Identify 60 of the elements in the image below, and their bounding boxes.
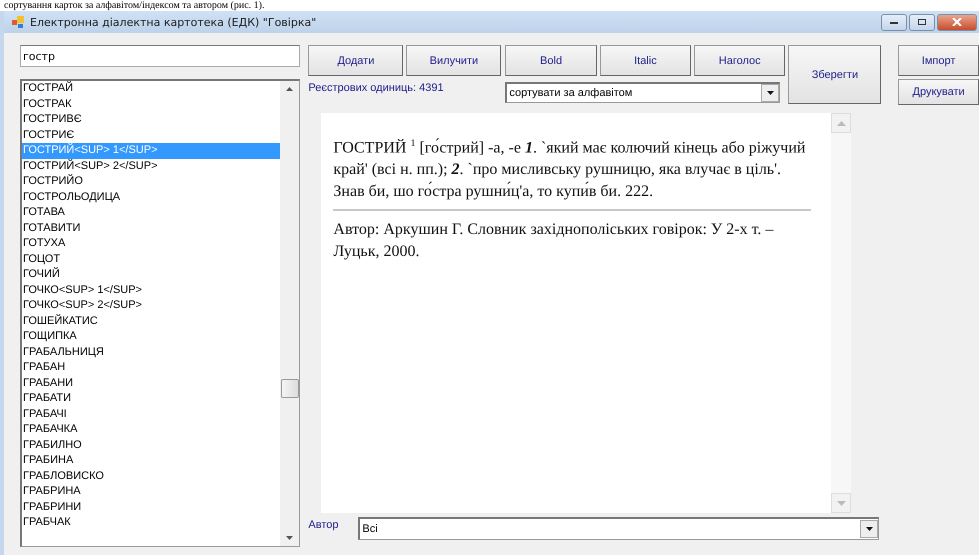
author-label: Автор bbox=[308, 519, 340, 531]
word-list-item[interactable]: ГОЩИПКА bbox=[22, 329, 280, 344]
word-list-item[interactable]: ГОСТРОЛЬОДИЦА bbox=[22, 190, 280, 205]
word-list-item[interactable]: ГОСТРИЄ bbox=[22, 128, 280, 143]
word-list-item[interactable]: ГРАБАЧІ bbox=[22, 406, 280, 422]
word-list-item[interactable]: ГРАБРИНИ bbox=[22, 500, 280, 515]
format-button[interactable]: Наголос bbox=[694, 45, 786, 76]
word-list-item[interactable]: ГОСТРИЙО bbox=[22, 174, 280, 190]
author-dropdown[interactable]: Всі bbox=[358, 517, 880, 540]
word-list-item[interactable]: ГРАБИНА bbox=[22, 453, 280, 468]
word-list-item[interactable]: ГРАБАЛЬНИЦЯ bbox=[22, 344, 280, 360]
maximize-button[interactable] bbox=[909, 14, 935, 30]
source-text: Автор: Аркушин Г. Словник західнополіських говірок: У 2-х т. – Луцьк, 2000. bbox=[333, 220, 774, 262]
word-list-item[interactable]: ГОСТРАЙ bbox=[22, 81, 280, 96]
word-list-item[interactable]: ГОСТРИЙ<SUP> 2</SUP> bbox=[22, 158, 280, 174]
dropdown-arrow-icon bbox=[766, 91, 774, 95]
word-list-item[interactable]: ГОСТРИВЄ bbox=[22, 112, 280, 128]
word-list-item[interactable]: ГРАБАНИ bbox=[22, 376, 280, 391]
word-list-item[interactable]: ГРАБРИНА bbox=[22, 484, 280, 500]
format-button[interactable]: Italic bbox=[600, 45, 692, 76]
word-list-item[interactable]: ГРАБЧАК bbox=[22, 515, 280, 530]
minimize-button[interactable] bbox=[881, 14, 907, 30]
format-button[interactable]: Bold bbox=[505, 45, 597, 76]
scrollbar[interactable] bbox=[280, 81, 300, 546]
count-label: Реєстрових одиниць: 4391 bbox=[308, 82, 445, 94]
side-button[interactable]: Імпорт bbox=[898, 45, 979, 76]
definition-text: ГОСТРИЙ $^{1}$ [го́стрий] -а, -е 1. `який має колючий кінець або ріжучий край' (всі н. пп.); 2. `про мисливську рушницю, яка влучає в ціль'. Знав би, шо го́стра рушни́ц'а, то купи́в би. 222. bbox=[333, 137, 806, 202]
word-list-item[interactable]: ГРАБАН bbox=[22, 360, 280, 376]
close-icon bbox=[952, 18, 962, 26]
toolbar-button[interactable]: Додати bbox=[308, 45, 404, 76]
scroll-up-icon[interactable] bbox=[286, 87, 294, 91]
scroll-down-icon[interactable] bbox=[286, 536, 294, 540]
word-list-item[interactable]: ГОТУХА bbox=[22, 236, 280, 252]
word-list-item[interactable]: ГОЧКО<SUP> 2</SUP> bbox=[22, 298, 280, 314]
window-title: Електронна діалектна картотека (ЕДК) "Говірка" bbox=[30, 16, 318, 28]
scroll-up-icon bbox=[836, 120, 846, 126]
word-list-item[interactable]: ГРАБИЛНО bbox=[22, 438, 280, 453]
word-list-item[interactable]: ГОЦОТ bbox=[22, 252, 280, 267]
dropdown-arrow-icon bbox=[866, 527, 873, 531]
maximize-icon bbox=[917, 18, 927, 26]
save-button[interactable]: Зберегти bbox=[788, 45, 882, 104]
word-list-item[interactable]: ГРАБЛОВИСКО bbox=[22, 468, 280, 484]
app-icon bbox=[12, 16, 24, 28]
minimize-icon bbox=[889, 19, 899, 25]
caption-text: сортування карток за алфавітом/індексом та автором (рис. 1). bbox=[3, 0, 266, 11]
sort-dropdown[interactable]: сортувати за алфавітом bbox=[505, 82, 780, 103]
word-list-item[interactable]: ГОТАВА bbox=[22, 205, 280, 220]
scroll-down-icon bbox=[836, 500, 846, 506]
toolbar-button[interactable]: Вилучити bbox=[406, 45, 502, 76]
close-button[interactable] bbox=[937, 14, 977, 30]
word-list-item[interactable]: ГОЧИЙ bbox=[22, 267, 280, 282]
search-field[interactable]: гостр bbox=[20, 45, 300, 67]
side-button[interactable]: Друкувати bbox=[898, 79, 979, 105]
scroll-thumb[interactable] bbox=[280, 379, 299, 398]
word-list-item[interactable]: ГОЧКО<SUP> 1</SUP> bbox=[22, 282, 280, 298]
word-list-item[interactable]: ГРАБАТИ bbox=[22, 391, 280, 406]
word-list-item[interactable]: ГОШЕЙКАТИС bbox=[22, 314, 280, 329]
word-list-item[interactable]: ГОСТРАК bbox=[22, 96, 280, 112]
word-list-item[interactable]: ГОТАВИТИ bbox=[22, 220, 280, 236]
word-list-item[interactable]: ГРАБАЧКА bbox=[22, 422, 280, 438]
